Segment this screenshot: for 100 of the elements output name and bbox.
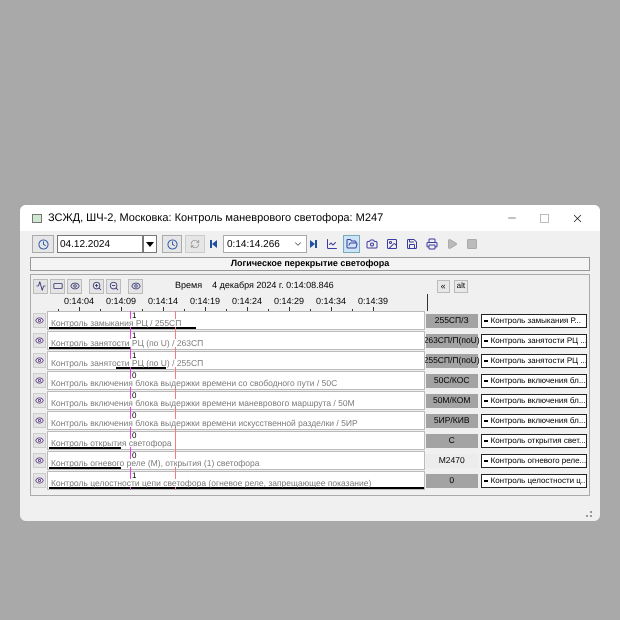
dash-icon: [484, 440, 488, 442]
eye-icon: [34, 376, 44, 385]
chart-tool-button[interactable]: [89, 278, 104, 294]
eye-icon: [34, 356, 44, 365]
tick-label: 0:14:09: [106, 295, 136, 308]
collapse-button[interactable]: «: [436, 280, 450, 292]
dash-icon: [484, 400, 488, 402]
signal-description-button[interactable]: Контроль замыкания Р...: [480, 314, 587, 328]
signal-description-button[interactable]: Контроль занятости РЦ ...: [480, 354, 587, 368]
cursor-time: 4 декабря 2024 г. 0:14:08.846: [212, 279, 334, 292]
jump-end-icon[interactable]: [310, 239, 320, 249]
date-field[interactable]: 04.12.2024: [57, 235, 143, 253]
signal-code: М2470: [426, 454, 478, 468]
clock-forward-icon: [166, 238, 178, 250]
visibility-button[interactable]: [33, 433, 46, 448]
dash-icon: [484, 380, 488, 382]
date-dropdown-button[interactable]: [143, 235, 157, 253]
cursor-value: 1: [132, 472, 136, 479]
eye-icon: [34, 456, 44, 465]
previous-date-button[interactable]: [32, 235, 54, 253]
tick-label: 0:14:24: [232, 295, 262, 308]
dash-icon: [484, 320, 488, 322]
eye-icon: [70, 281, 80, 291]
cursor-value: 0: [132, 392, 136, 399]
visibility-button[interactable]: [33, 313, 46, 328]
visibility-button[interactable]: [33, 413, 46, 428]
chart-tool-button[interactable]: [50, 278, 65, 294]
cursor-value: 0: [132, 372, 136, 379]
folder-icon: [346, 238, 358, 250]
time-value: 0:14:14.266: [227, 238, 281, 252]
app-icon: [32, 214, 42, 222]
signal-code: 50С/КОС: [426, 374, 478, 388]
chart-icon: [326, 238, 338, 250]
zoom-in-icon: [92, 281, 102, 291]
dash-icon: [484, 480, 488, 482]
time-select[interactable]: 0:14:14.266: [223, 235, 307, 253]
signal-description-button[interactable]: Контроль огневого реле...: [480, 454, 587, 468]
window-title: ЗСЖД, ШЧ-2, Московка: Контроль маневрового светофора: М247: [48, 210, 384, 226]
cursor-value: 0: [132, 412, 136, 419]
cursor-value: 1: [132, 352, 136, 359]
signal-code: С: [426, 434, 478, 448]
stop-icon: [466, 238, 478, 250]
next-date-button[interactable]: [162, 235, 182, 253]
signal-description-button[interactable]: Контроль занятости РЦ ...: [480, 334, 587, 348]
visibility-button[interactable]: [33, 473, 46, 488]
cursor-value: 0: [132, 452, 136, 459]
visibility-button[interactable]: [33, 373, 46, 388]
jump-start-icon[interactable]: [210, 239, 220, 249]
tick-label: 0:14:04: [64, 295, 94, 308]
caret-icon: [146, 242, 154, 246]
signal-description-button[interactable]: Контроль целостности ц...: [480, 474, 587, 488]
time-label: Время: [175, 279, 202, 292]
signal-line: [116, 367, 166, 369]
signal-code: 50М/КОМ: [426, 394, 478, 408]
dash-icon: [484, 420, 488, 422]
signal-description-button[interactable]: Контроль включения бл...: [480, 414, 587, 428]
chart-tool-button[interactable]: [33, 278, 48, 294]
chart-tool-button[interactable]: [106, 278, 121, 294]
chart-tool-button[interactable]: [128, 278, 143, 294]
resize-grip-icon[interactable]: [586, 511, 592, 517]
signal-code: 0: [426, 474, 478, 488]
tick-label: 0:14:14: [148, 295, 178, 308]
eye-icon: [130, 281, 140, 291]
tick-label: 0:14:29: [274, 295, 304, 308]
dash-icon: [484, 360, 488, 362]
chart-tool-button[interactable]: [67, 278, 82, 294]
eye-icon: [34, 436, 44, 445]
tick-label: 0:14:39: [358, 295, 388, 308]
tick-label: 0:14:19: [190, 295, 220, 308]
signal-code: 263СП/П(поU): [426, 334, 478, 348]
signal-code: 255СП/З: [426, 314, 478, 328]
alt-button[interactable]: alt: [454, 280, 468, 292]
frame-icon: [52, 281, 62, 291]
cursor-value: 0: [132, 432, 136, 439]
signal-label: Контроль включения блока выдержки времени искусственной разделки / 5ИР: [50, 419, 358, 427]
signal-label: Контроль занятости РЦ (по U) / 255СП: [50, 359, 204, 367]
visibility-button[interactable]: [33, 393, 46, 408]
signal-label: Контроль включения блока выдержки времени маневрового маршрута / 50М: [50, 399, 355, 407]
signal-description-button[interactable]: Контроль открытия свет...: [480, 434, 587, 448]
dash-icon: [484, 340, 488, 342]
image-icon: [386, 238, 398, 250]
line-chart-icon: [36, 281, 46, 291]
eye-icon: [34, 416, 44, 425]
signal-label: Контроль открытия светофора: [50, 439, 172, 447]
signal-code: 5ИР/КИВ: [426, 414, 478, 428]
printer-icon: [426, 238, 438, 250]
eye-icon: [34, 396, 44, 405]
signal-description-button[interactable]: Контроль включения бл...: [480, 394, 587, 408]
cursor-value: 1: [132, 332, 136, 339]
signal-description-button[interactable]: Контроль включения бл...: [480, 374, 587, 388]
save-icon: [406, 238, 418, 250]
eye-icon: [34, 316, 44, 325]
zoom-out-icon: [108, 281, 118, 291]
toolbar-button[interactable]: [343, 235, 360, 253]
visibility-button[interactable]: [33, 353, 46, 368]
visibility-button[interactable]: [33, 453, 46, 468]
signal-label: Контроль включения блока выдержки времени со свободного пути / 50С: [50, 379, 338, 387]
clock-back-icon: [38, 238, 48, 250]
visibility-button[interactable]: [33, 333, 46, 348]
section-header: Логическое перекрытие светофора: [30, 257, 590, 271]
